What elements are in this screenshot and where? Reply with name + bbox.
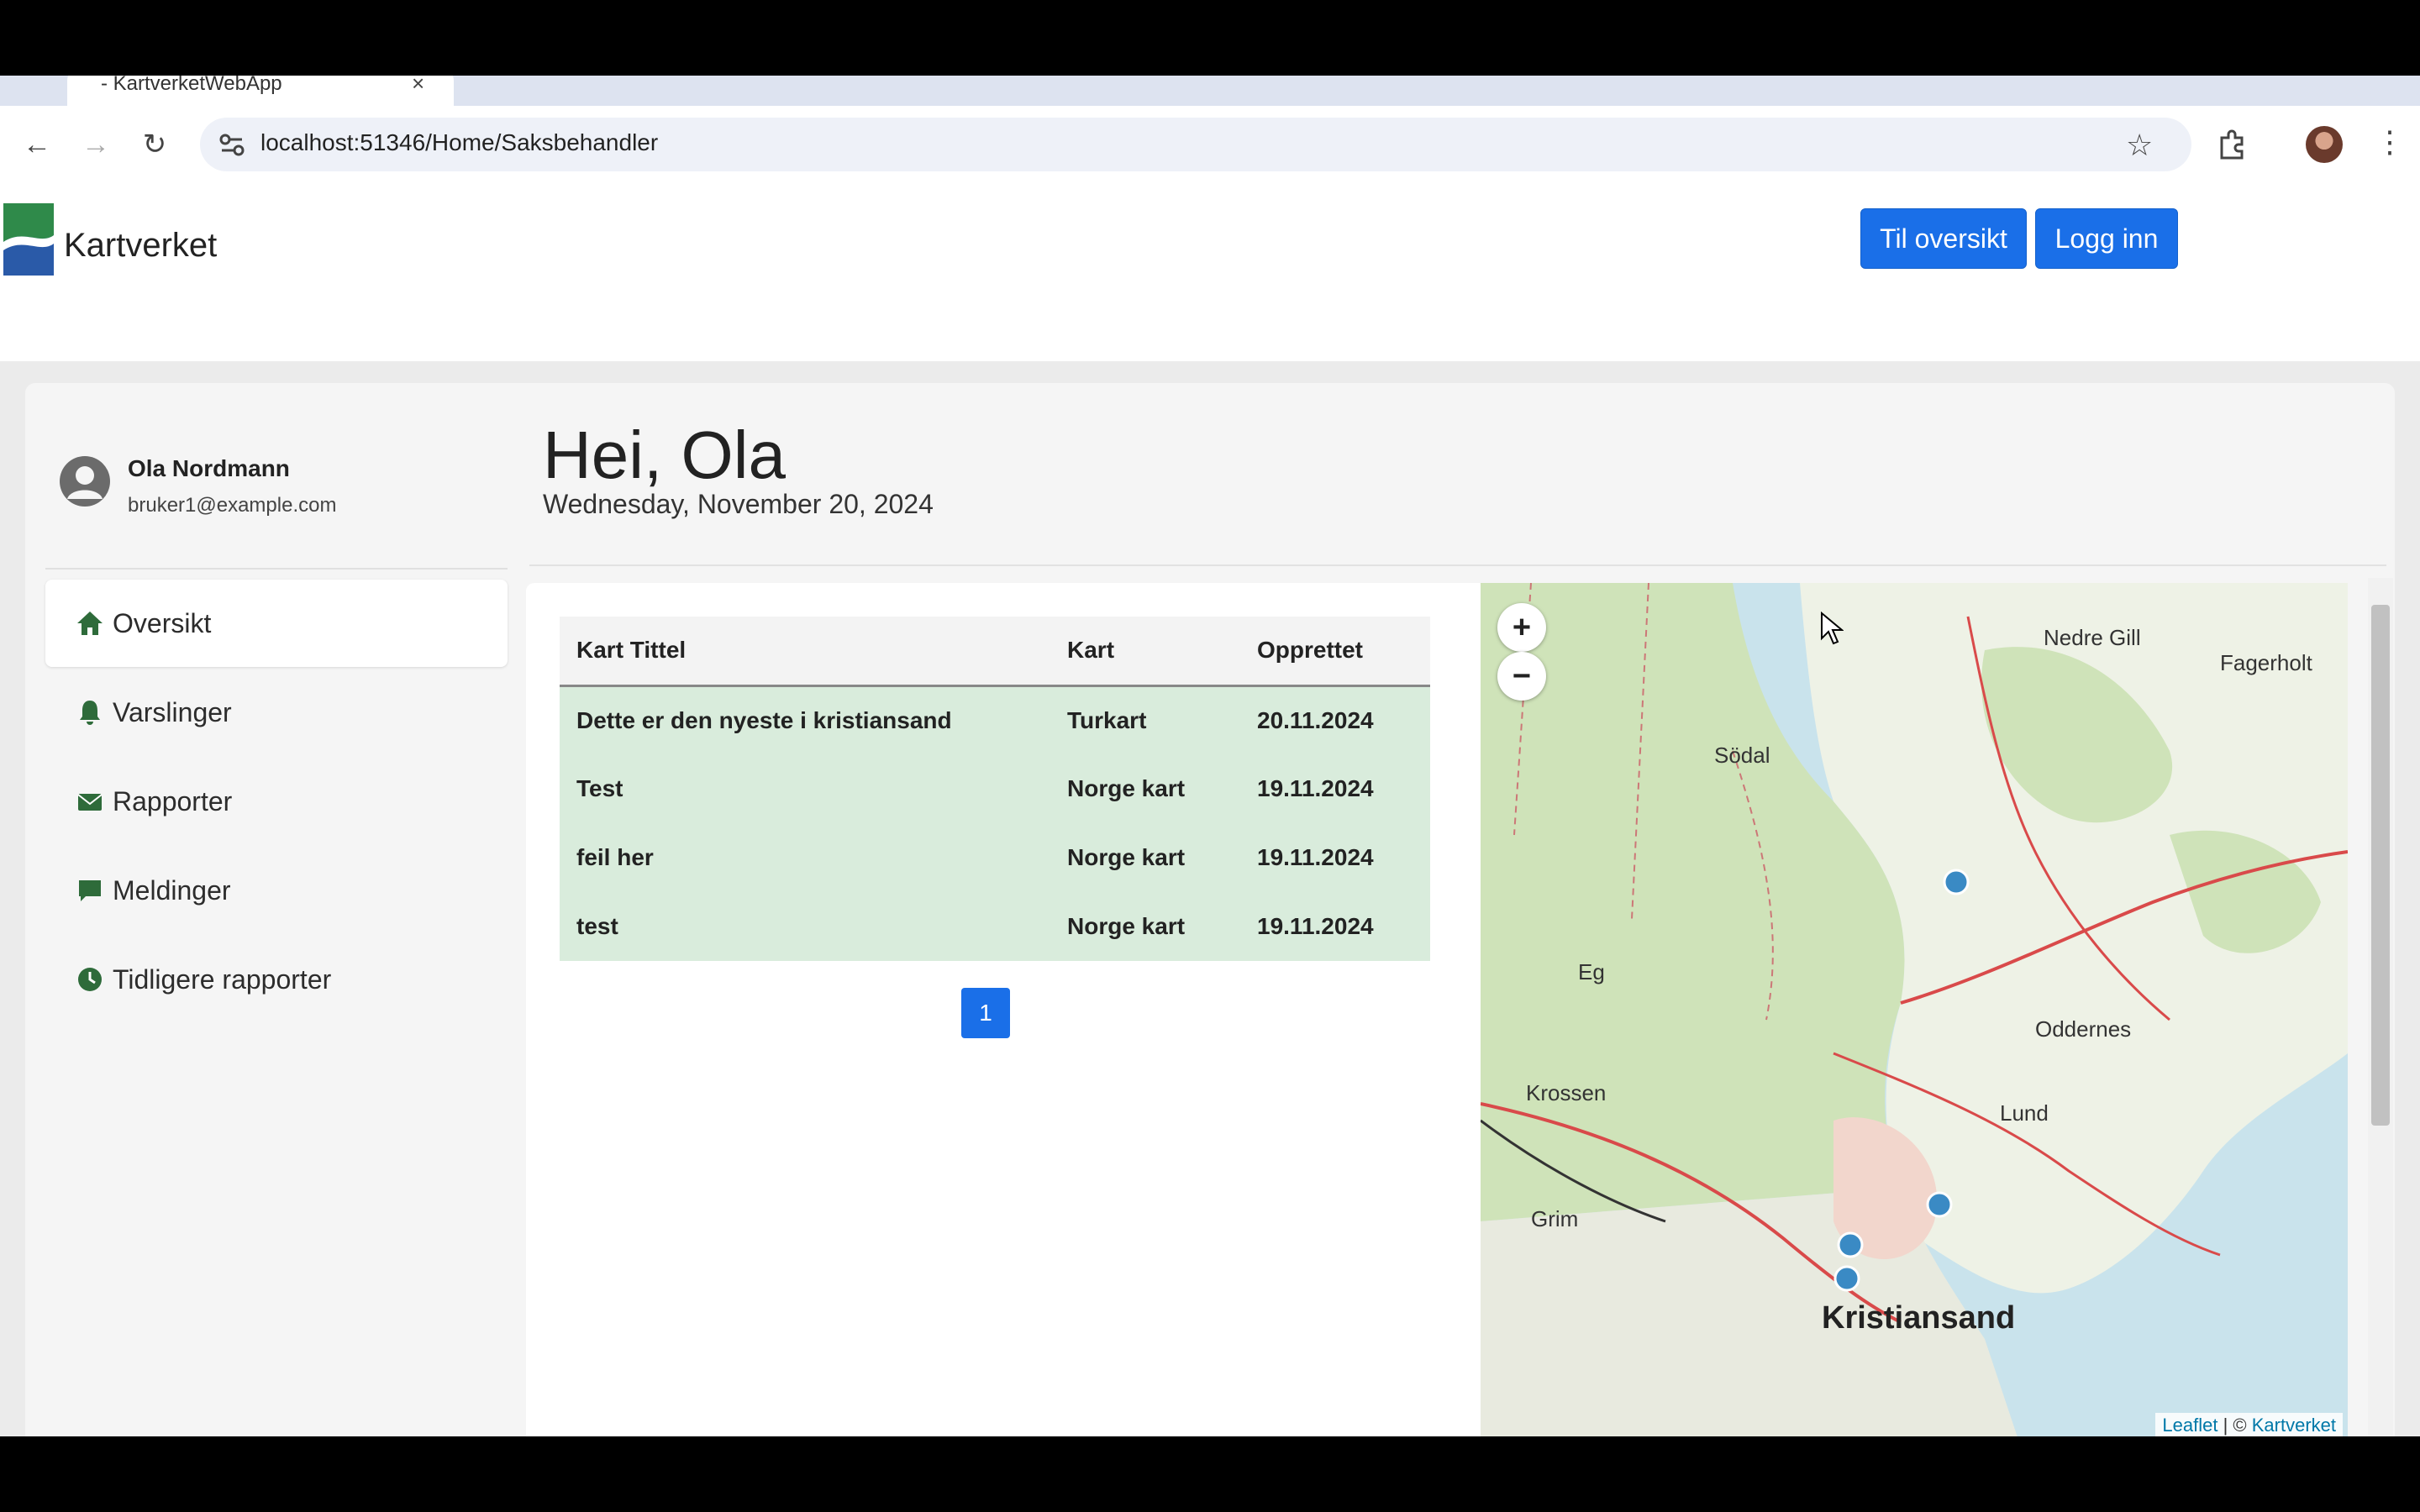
cell-created: 19.11.2024 [1240,823,1430,892]
site-settings-icon[interactable] [215,128,249,161]
leaflet-link[interactable]: Leaflet [2162,1415,2217,1436]
profile-avatar-icon[interactable] [2306,126,2343,163]
map-label-fagerholt: Fagerholt [2220,650,2312,675]
cell-map: Norge kart [1050,892,1240,961]
menu-kebab-icon[interactable]: ⋮ [2375,124,2405,160]
sidebar-divider [45,568,508,570]
site-header: Kartverket Til oversikt Logg inn [0,183,2420,361]
cell-title: test [560,892,1050,961]
letterbox-bottom [0,1436,2420,1512]
url-text: localhost:51346/Home/Saksbehandler [260,129,659,155]
map-attribution: Leaflet | © Kartverket [2155,1413,2343,1436]
map-marker[interactable] [1943,869,1970,895]
brand-name[interactable]: Kartverket [64,227,217,265]
cell-created: 19.11.2024 [1240,754,1430,823]
map-marker[interactable] [1833,1265,1860,1292]
attribution-separator: | © [2217,1415,2252,1436]
cell-map: Turkart [1050,685,1240,754]
cell-title: feil her [560,823,1050,892]
profile-name: Ola Nordmann [128,455,290,481]
overview-button[interactable]: Til oversikt [1860,208,2027,269]
zoom-out-button[interactable]: − [1497,652,1546,701]
tab-strip: - KartverketWebApp × [0,76,2420,106]
greeting-heading: Hei, Ola [543,417,786,492]
table-row[interactable]: Dette er den nyeste i kristiansand Turka… [560,685,1430,754]
page: Kartverket Til oversikt Logg inn Ola Nor… [0,183,2420,1436]
login-button[interactable]: Logg inn [2035,208,2178,269]
home-icon [77,612,103,635]
sidebar-item-rapporter[interactable]: Rapporter [45,758,508,845]
scrollbar-thumb[interactable] [2371,605,2390,1126]
map-marker[interactable] [1837,1231,1864,1258]
table-row[interactable]: test Norge kart 19.11.2024 [560,892,1430,961]
map-view[interactable]: Nedre Gill Fagerholt Södal Eg Oddernes L… [1481,583,2348,1436]
column-header-created[interactable]: Opprettet [1240,617,1430,687]
map-label-krossen: Krossen [1526,1080,1607,1105]
cell-map: Norge kart [1050,754,1240,823]
sidebar-item-oversikt[interactable]: Oversikt [45,580,508,667]
reports-table-card: Kart Tittel Kart Opprettet Dette er den … [526,583,1487,1436]
map-label-nedre-gill: Nedre Gill [2044,625,2141,650]
sidebar-item-label: Meldinger [113,874,231,906]
cell-title: Test [560,754,1050,823]
bell-icon [80,701,100,725]
reports-table: Kart Tittel Kart Opprettet Dette er den … [560,617,1430,961]
reload-icon[interactable]: ↻ [133,123,176,166]
sidebar-item-varslinger[interactable]: Varslinger [45,669,508,756]
map-label-eg: Eg [1578,959,1605,984]
kartverket-logo[interactable] [3,203,54,276]
map-label-kristiansand: Kristiansand [1822,1300,2016,1336]
map-label-lund: Lund [2000,1100,2049,1126]
kartverket-link[interactable]: Kartverket [2252,1415,2336,1436]
cell-title: Dette er den nyeste i kristiansand [560,685,1050,754]
address-bar[interactable]: localhost:51346/Home/Saksbehandler [200,118,2191,171]
table-header-row: Kart Tittel Kart Opprettet [560,617,1430,687]
tab-close-icon[interactable]: × [412,76,424,97]
table-row[interactable]: feil her Norge kart 19.11.2024 [560,823,1430,892]
cell-created: 19.11.2024 [1240,892,1430,961]
dashboard-card: Ola Nordmann bruker1@example.com Oversik… [25,383,2395,1436]
sidebar-item-label: Oversikt [113,607,212,638]
pagination-page-button[interactable]: 1 [961,988,1010,1038]
sidebar-item-label: Rapporter [113,785,233,816]
sidebar-item-label: Tidligere rapporter [113,963,332,995]
map-marker[interactable] [1926,1191,1953,1218]
column-header-title[interactable]: Kart Tittel [560,617,1050,687]
map-label-grim: Grim [1531,1206,1579,1231]
cell-created: 20.11.2024 [1240,685,1430,754]
map-label-oddernes: Oddernes [2035,1016,2132,1042]
browser-toolbar: ← → ↻ localhost:51346/Home/Saksbehandler… [0,106,2420,183]
bookmark-star-icon[interactable]: ☆ [2126,128,2153,163]
user-avatar-icon [60,456,110,507]
content-divider [529,564,2386,566]
sidebar-item-label: Varslinger [113,696,232,727]
screen: - KartverketWebApp × ← → ↻ localhost:513… [0,0,2420,1512]
back-arrow-icon[interactable]: ← [15,123,59,166]
envelope-icon [77,794,103,811]
clock-icon [78,968,102,991]
forward-arrow-icon[interactable]: → [74,123,118,166]
mouse-cursor-icon [1821,612,1844,645]
current-date: Wednesday, November 20, 2024 [543,489,934,519]
table-row[interactable]: Test Norge kart 19.11.2024 [560,754,1430,823]
profile-email: bruker1@example.com [128,494,337,517]
zoom-in-button[interactable]: + [1497,603,1546,652]
message-icon [79,880,101,901]
column-header-map[interactable]: Kart [1050,617,1240,687]
scrollbar[interactable] [2368,578,2393,1436]
letterbox-top [0,0,2420,76]
sidebar-item-meldinger[interactable]: Meldinger [45,847,508,934]
map-label-sodal: Södal [1714,743,1770,768]
sidebar-item-tidligere-rapporter[interactable]: Tidligere rapporter [45,936,508,1023]
cell-map: Norge kart [1050,823,1240,892]
tab-title: - KartverketWebApp [101,76,282,95]
extensions-icon[interactable] [2215,128,2249,161]
